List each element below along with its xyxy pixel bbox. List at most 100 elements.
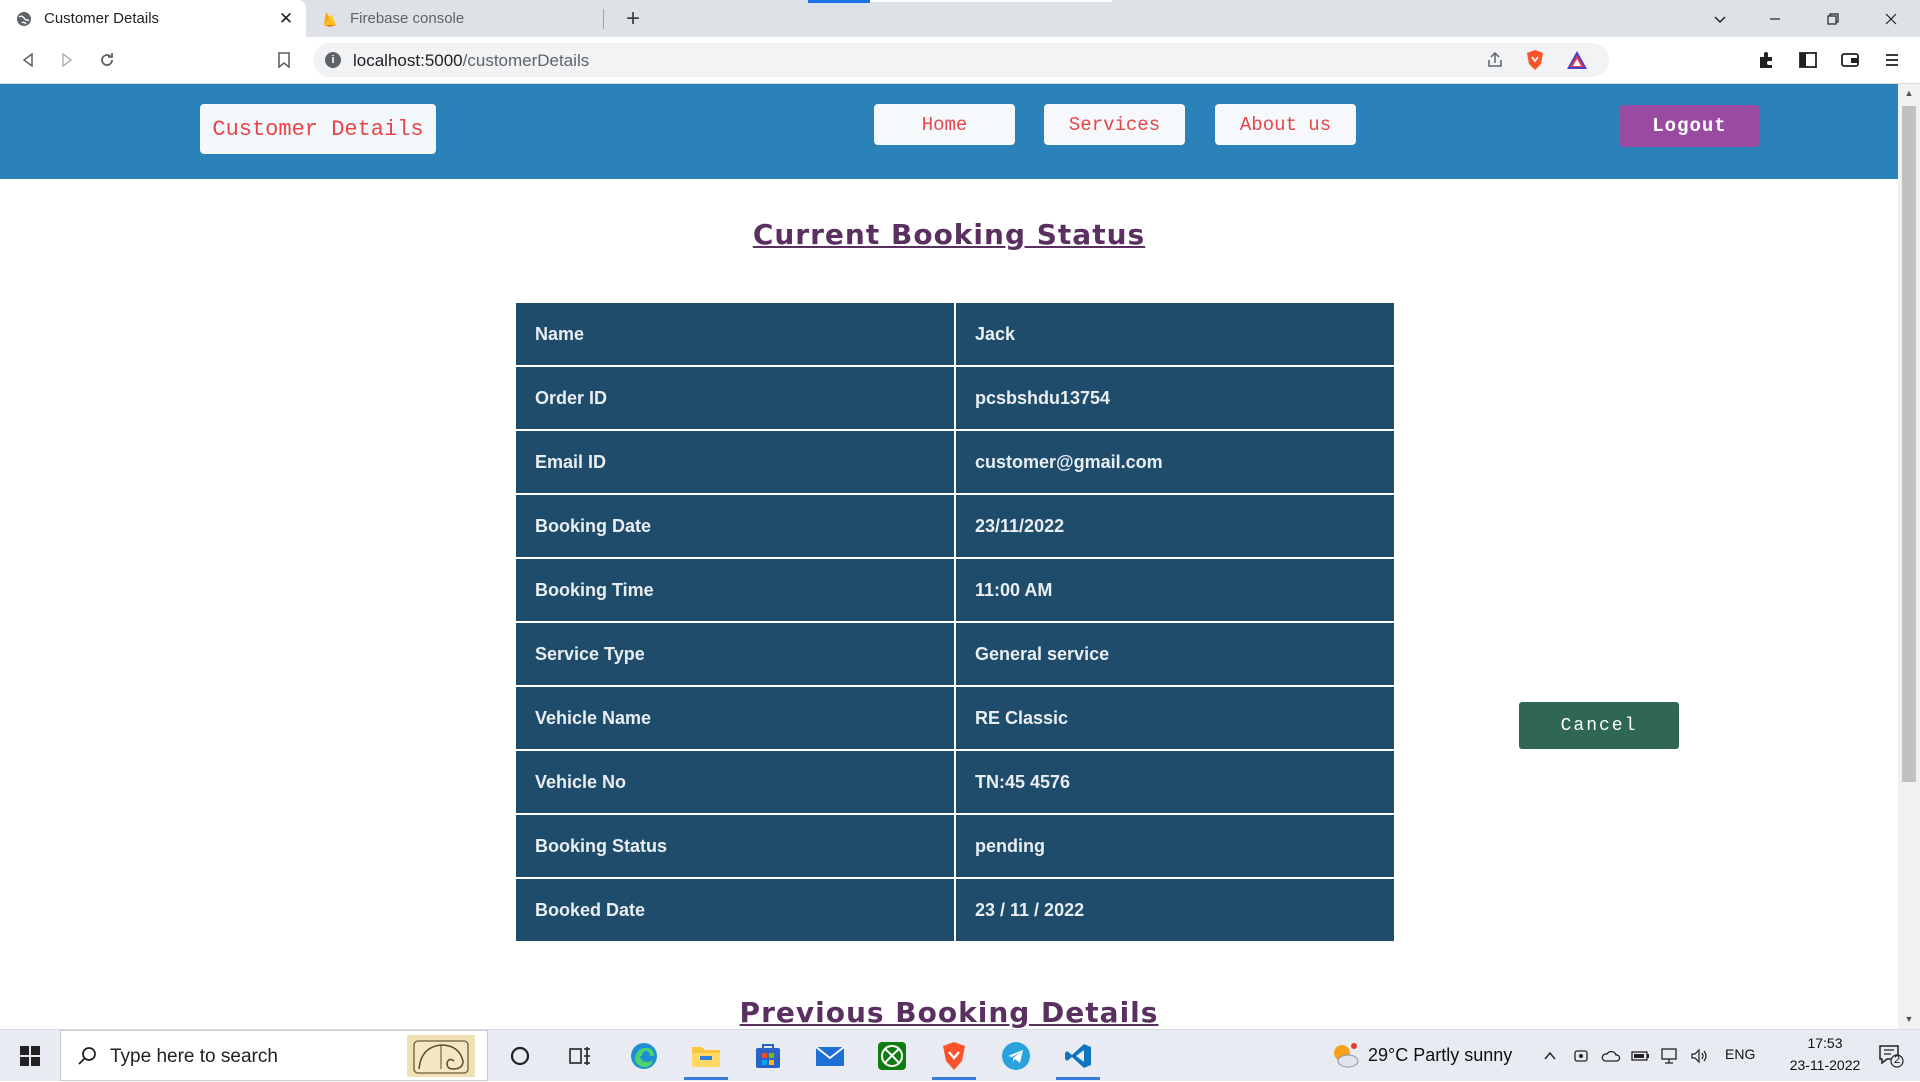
browser-toolbar: i localhost:5000/customerDetails xyxy=(0,37,1920,84)
nav-home-button[interactable]: Home xyxy=(874,104,1015,145)
extensions-icon[interactable] xyxy=(1752,46,1780,74)
share-icon[interactable] xyxy=(1483,48,1507,72)
xbox-icon[interactable] xyxy=(870,1030,914,1081)
web-page: Customer Details Home Services About us … xyxy=(0,84,1898,1029)
table-row: Service Type General service xyxy=(514,621,1396,687)
weather-icon[interactable] xyxy=(1328,1030,1362,1081)
row-label: Order ID xyxy=(514,365,956,431)
row-value: RE Classic xyxy=(954,685,1396,751)
page-scrollbar[interactable]: ▲ ▼ xyxy=(1898,84,1920,1029)
cortana-icon[interactable] xyxy=(500,1030,540,1081)
weather-text[interactable]: 29°C Partly sunny xyxy=(1368,1045,1512,1066)
row-value: pending xyxy=(954,813,1396,879)
row-value: pcsbshdu13754 xyxy=(954,365,1396,431)
tab-customer-details[interactable]: Customer Details ✕ xyxy=(0,0,306,37)
scroll-up-arrow-icon[interactable]: ▲ xyxy=(1904,88,1914,98)
site-info-icon[interactable]: i xyxy=(325,52,341,68)
close-tab-icon[interactable]: ✕ xyxy=(276,9,296,29)
search-icon xyxy=(77,1046,97,1071)
sidebar-icon[interactable] xyxy=(1794,46,1822,74)
wallet-icon[interactable] xyxy=(1836,46,1864,74)
meet-now-icon[interactable] xyxy=(1570,1030,1592,1081)
row-label: Service Type xyxy=(514,621,956,687)
row-label: Booking Date xyxy=(514,493,956,559)
url-text: localhost:5000/customerDetails xyxy=(353,51,589,71)
customer-details-brand-button[interactable]: Customer Details xyxy=(200,104,436,154)
row-label: Vehicle Name xyxy=(514,685,956,751)
row-label: Booking Status xyxy=(514,813,956,879)
reload-icon[interactable] xyxy=(93,46,121,74)
logout-button[interactable]: Logout xyxy=(1620,105,1759,147)
row-value: Jack xyxy=(954,301,1396,367)
show-hidden-icons-icon[interactable] xyxy=(1538,1030,1562,1081)
onedrive-icon[interactable] xyxy=(1600,1030,1622,1081)
tab-search-chevron-icon[interactable] xyxy=(1697,0,1743,37)
row-value: General service xyxy=(954,621,1396,687)
close-window-icon[interactable] xyxy=(1868,0,1914,37)
brave-rewards-icon[interactable] xyxy=(1565,48,1589,72)
menu-icon[interactable] xyxy=(1878,46,1906,74)
row-label: Booking Time xyxy=(514,557,956,623)
windows-taskbar: Type here to search 29°C Partly sunny EN… xyxy=(0,1029,1920,1081)
file-explorer-icon[interactable] xyxy=(684,1030,728,1081)
bookmark-icon[interactable] xyxy=(270,46,298,74)
network-icon[interactable] xyxy=(1658,1030,1682,1081)
volume-icon[interactable] xyxy=(1688,1030,1712,1081)
url-path: /customerDetails xyxy=(462,51,590,70)
taskbar-search-box[interactable]: Type here to search xyxy=(60,1030,488,1081)
table-row: Name Jack xyxy=(514,301,1396,367)
tab-accent xyxy=(808,0,870,3)
table-row: Booking Time 11:00 AM xyxy=(514,557,1396,623)
previous-booking-heading: Previous Booking Details xyxy=(739,996,1159,1029)
telegram-icon[interactable] xyxy=(994,1030,1038,1081)
table-row: Email ID customer@gmail.com xyxy=(514,429,1396,495)
restore-icon[interactable] xyxy=(1810,0,1856,37)
tab-accent xyxy=(870,0,1112,2)
new-tab-button[interactable]: + xyxy=(620,5,646,32)
tab-firebase-console[interactable]: Firebase console xyxy=(306,0,604,37)
scroll-down-arrow-icon[interactable]: ▼ xyxy=(1904,1014,1914,1024)
clock-date[interactable]: 23-11-2022 xyxy=(1766,1057,1884,1073)
scrollbar-thumb[interactable] xyxy=(1902,106,1916,782)
row-label: Vehicle No xyxy=(514,749,956,815)
cancel-booking-button[interactable]: Cancel xyxy=(1519,702,1679,749)
input-language[interactable]: ENG xyxy=(1725,1046,1755,1062)
firebase-icon xyxy=(322,11,338,27)
globe-icon xyxy=(16,11,32,27)
current-booking-heading: Current Booking Status xyxy=(752,218,1146,251)
back-icon[interactable] xyxy=(14,46,42,74)
windows-start-icon[interactable] xyxy=(10,1030,50,1081)
mail-icon[interactable] xyxy=(808,1030,852,1081)
url-host: localhost:5000 xyxy=(353,51,463,70)
vscode-icon[interactable] xyxy=(1056,1030,1100,1081)
booking-status-table: Name Jack Order ID pcsbshdu13754 Email ID c… xyxy=(514,301,1396,943)
row-value: 11:00 AM xyxy=(954,557,1396,623)
row-label: Email ID xyxy=(514,429,956,495)
search-highlight-image xyxy=(407,1035,475,1077)
row-value: customer@gmail.com xyxy=(954,429,1396,495)
nav-about-us-button[interactable]: About us xyxy=(1215,104,1356,145)
notification-count: 2 xyxy=(1894,1054,1901,1066)
notification-center-icon[interactable]: 2 xyxy=(1874,1030,1908,1081)
microsoft-store-icon[interactable] xyxy=(746,1030,790,1081)
nav-services-button[interactable]: Services xyxy=(1044,104,1185,145)
row-value: 23 / 11 / 2022 xyxy=(954,877,1396,943)
forward-icon[interactable] xyxy=(53,46,81,74)
battery-icon[interactable] xyxy=(1630,1030,1652,1081)
table-row: Booking Status pending xyxy=(514,813,1396,879)
edge-icon[interactable] xyxy=(622,1030,666,1081)
minimize-icon[interactable] xyxy=(1752,0,1798,37)
table-row: Order ID pcsbshdu13754 xyxy=(514,365,1396,431)
brave-browser-icon[interactable] xyxy=(932,1030,976,1081)
tab-title: Firebase console xyxy=(350,10,465,27)
tab-title: Customer Details xyxy=(44,10,160,27)
row-label: Name xyxy=(514,301,956,367)
row-value: TN:45 4576 xyxy=(954,749,1396,815)
clock-time[interactable]: 17:53 xyxy=(1790,1035,1860,1051)
brave-shield-icon[interactable] xyxy=(1523,48,1547,72)
address-bar[interactable]: i localhost:5000/customerDetails xyxy=(313,43,1609,77)
table-row: Vehicle Name RE Classic xyxy=(514,685,1396,751)
table-row: Booked Date 23 / 11 / 2022 xyxy=(514,877,1396,943)
tab-separator xyxy=(603,9,604,29)
task-view-icon[interactable] xyxy=(560,1030,600,1081)
